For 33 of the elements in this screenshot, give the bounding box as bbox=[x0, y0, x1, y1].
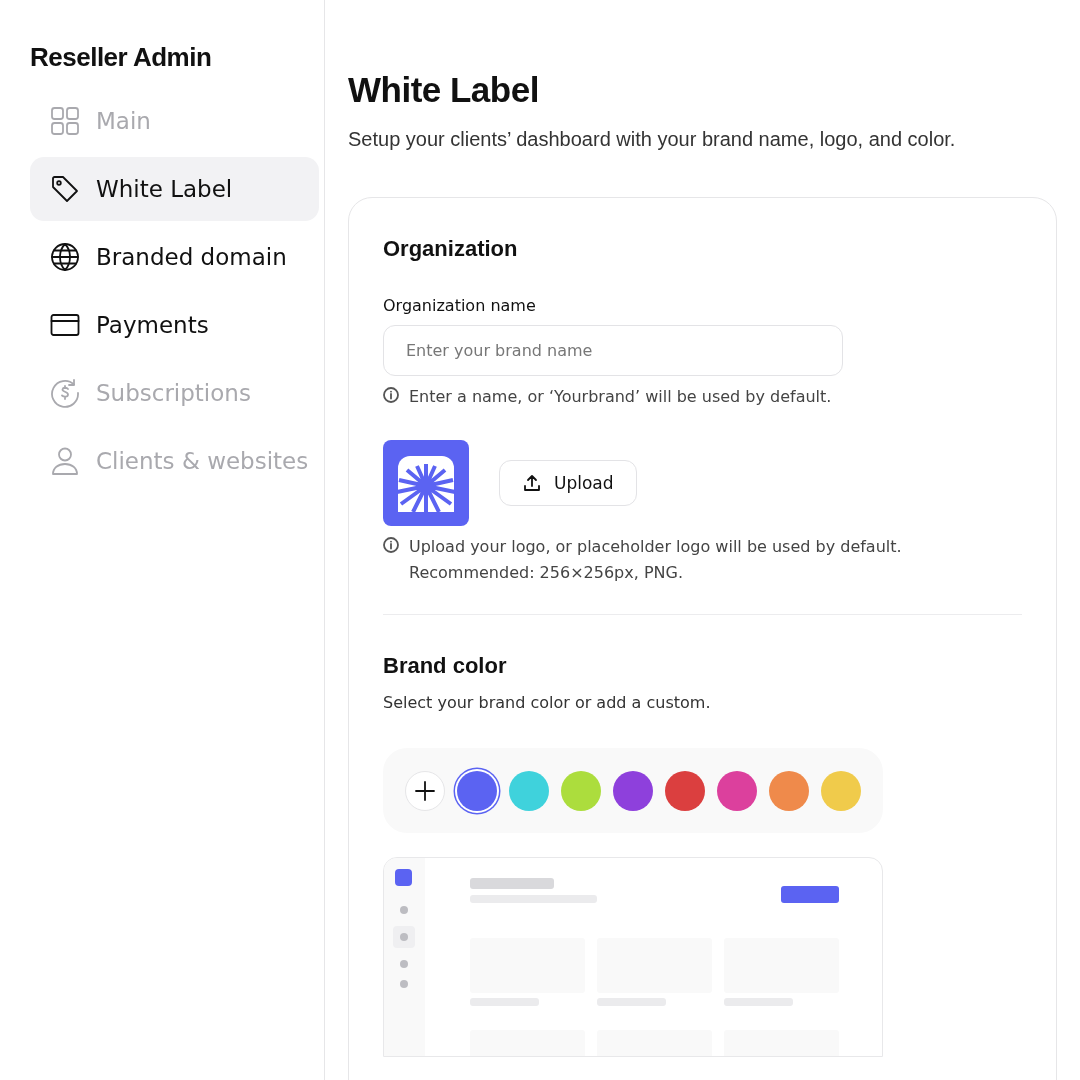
sidebar-item[interactable]: White Label bbox=[30, 157, 319, 221]
sidebar-item[interactable]: Branded domain bbox=[30, 225, 319, 289]
color-swatch[interactable] bbox=[717, 770, 757, 811]
upload-icon bbox=[522, 473, 542, 493]
upload-button[interactable]: Upload bbox=[499, 460, 637, 506]
info-icon bbox=[383, 387, 399, 403]
tag-icon bbox=[50, 174, 80, 204]
page-title: White Label bbox=[348, 70, 540, 110]
color-swatch[interactable] bbox=[509, 770, 549, 811]
hint-text: Enter a name, or ‘Yourbrand’ will be used by default. bbox=[409, 386, 832, 408]
section-description: Select your brand color or add a custom. bbox=[383, 693, 712, 712]
color-swatch[interactable] bbox=[561, 770, 601, 811]
color-swatch[interactable] bbox=[769, 770, 809, 811]
brand-name-field[interactable]: Enter your brand name bbox=[383, 325, 843, 376]
color-swatch[interactable] bbox=[457, 770, 497, 811]
color-swatch[interactable] bbox=[665, 770, 705, 811]
add-color-button[interactable] bbox=[405, 770, 445, 811]
color-swatch[interactable] bbox=[613, 770, 653, 811]
grid-icon bbox=[50, 106, 80, 136]
section-heading: Brand color bbox=[383, 653, 508, 679]
app-title: Reseller Admin bbox=[30, 42, 212, 73]
color-swatch[interactable] bbox=[821, 770, 861, 811]
plus-icon bbox=[414, 779, 436, 802]
field-label: Organization name bbox=[383, 296, 537, 315]
section-heading: Organization bbox=[383, 236, 519, 262]
user-icon bbox=[50, 446, 80, 476]
page-subtitle: Setup your clients’ dashboard with your brand name, logo, and color. bbox=[348, 128, 957, 151]
globe-icon bbox=[50, 242, 80, 272]
hint-text: Recommended: 256×256px, PNG. bbox=[409, 562, 684, 584]
dollar-refresh-icon bbox=[50, 378, 80, 408]
sidebar-item[interactable]: Payments bbox=[30, 293, 319, 357]
info-icon bbox=[383, 537, 399, 553]
hint-text: Upload your logo, or placeholder logo will be used by default. bbox=[409, 536, 902, 558]
